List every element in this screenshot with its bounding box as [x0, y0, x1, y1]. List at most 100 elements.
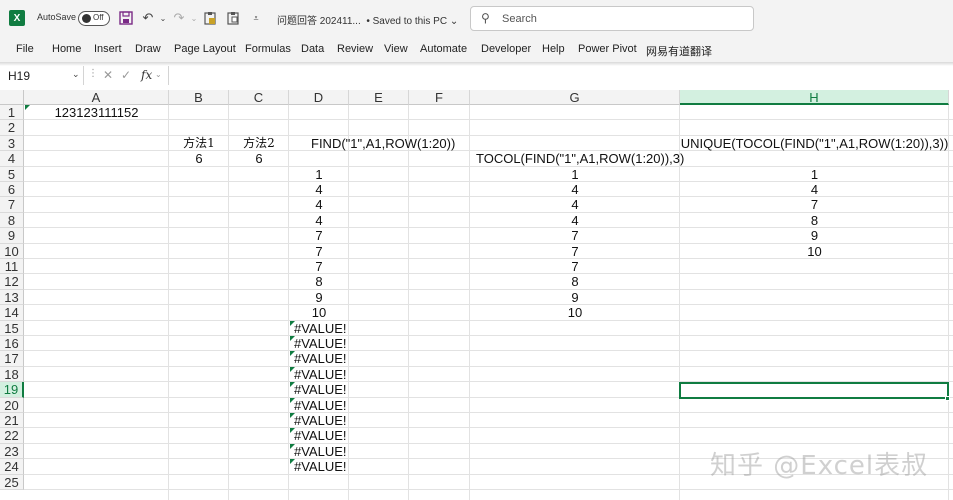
redo-icon[interactable]: ↷ [171, 10, 187, 26]
cell-d6[interactable]: 4 [289, 182, 349, 197]
row-header-18[interactable]: 18 [0, 366, 24, 383]
row-header-3[interactable]: 3 [0, 135, 24, 152]
row-header-10[interactable]: 10 [0, 243, 24, 259]
tab-draw[interactable]: Draw [135, 43, 161, 55]
cell-b4[interactable]: 6 [169, 151, 229, 166]
function-dropdown-icon[interactable]: ⌄ [155, 70, 162, 79]
cell-g13[interactable]: 9 [470, 290, 680, 305]
column-header-g[interactable]: G [470, 90, 680, 105]
enter-icon[interactable]: ✓ [121, 68, 131, 82]
cell-g8[interactable]: 4 [470, 213, 680, 228]
redo-dropdown-icon[interactable]: ⌄ [186, 10, 202, 26]
cell-h9[interactable]: 9 [680, 228, 949, 243]
row-header-21[interactable]: 21 [0, 413, 24, 429]
row-header-17[interactable]: 17 [0, 351, 24, 367]
cell-d19[interactable]: #VALUE! [289, 382, 349, 397]
row-header-2[interactable]: 2 [0, 120, 24, 136]
undo-dropdown-icon[interactable]: ⌄ [155, 10, 171, 26]
cell-b3[interactable]: 方法1 [169, 136, 229, 151]
cell-d16[interactable]: #VALUE! [289, 336, 349, 351]
tab-developer[interactable]: Developer [481, 43, 531, 55]
column-header-f[interactable]: F [409, 90, 470, 105]
cell-g14[interactable]: 10 [470, 305, 680, 320]
tab-view[interactable]: View [384, 43, 408, 55]
row-header-20[interactable]: 20 [0, 397, 24, 413]
row-header-7[interactable]: 7 [0, 197, 24, 213]
column-header-h[interactable]: H [680, 90, 949, 105]
tab-power-pivot[interactable]: Power Pivot [578, 43, 637, 55]
formula-input[interactable] [168, 66, 953, 85]
tab-file[interactable]: File [16, 43, 34, 55]
cell-h6[interactable]: 4 [680, 182, 949, 197]
customize-toolbar-icon[interactable]: ⩡ [248, 10, 264, 26]
select-all-button[interactable] [0, 90, 24, 105]
row-header-22[interactable]: 22 [0, 428, 24, 444]
cell-d24[interactable]: #VALUE! [289, 459, 349, 474]
cell-d7[interactable]: 4 [289, 197, 349, 212]
cell-g7[interactable]: 4 [470, 197, 680, 212]
row-header-24[interactable]: 24 [0, 459, 24, 475]
name-box[interactable]: H19 ⌄ [4, 66, 84, 85]
cell-g11[interactable]: 7 [470, 259, 680, 274]
active-cell-h19[interactable] [679, 382, 949, 399]
worksheet-grid[interactable]: A B C D E F G H 1 2 3 4 5 6 7 8 9 10 11 12 13 14 15 16 1… [0, 90, 953, 500]
column-header-c[interactable]: C [229, 90, 289, 105]
cell-c3[interactable]: 方法2 [229, 136, 289, 151]
column-header-a[interactable]: A [24, 90, 169, 105]
cell-h10[interactable]: 10 [680, 244, 949, 259]
tab-help[interactable]: Help [542, 43, 565, 55]
row-header-6[interactable]: 6 [0, 182, 24, 198]
cell-g12[interactable]: 8 [470, 274, 680, 289]
cell-d8[interactable]: 4 [289, 213, 349, 228]
more-options-icon[interactable]: ⋮ [88, 68, 98, 79]
cell-d23[interactable]: #VALUE! [289, 444, 349, 459]
row-header-8[interactable]: 8 [0, 212, 24, 229]
cell-h8[interactable]: 8 [680, 213, 949, 228]
cell-d10[interactable]: 7 [289, 244, 349, 259]
autosave-toggle[interactable]: Off [78, 11, 110, 26]
column-header-d[interactable]: D [289, 90, 349, 105]
row-header-23[interactable]: 23 [0, 443, 24, 460]
cell-d9[interactable]: 7 [289, 228, 349, 243]
tab-insert[interactable]: Insert [94, 43, 122, 55]
undo-icon[interactable]: ↶ [140, 10, 156, 26]
row-header-14[interactable]: 14 [0, 305, 24, 321]
row-header-25[interactable]: 25 [0, 474, 24, 490]
tab-youdao-translate[interactable]: 网易有道翻译 [646, 43, 712, 59]
cell-c4[interactable]: 6 [229, 151, 289, 166]
cell-d20[interactable]: #VALUE! [289, 398, 349, 413]
cell-a1[interactable]: 123123111152 [24, 105, 169, 120]
cell-g5[interactable]: 1 [470, 167, 680, 182]
insert-function-icon[interactable]: fx [141, 68, 152, 82]
row-header-11[interactable]: 11 [0, 259, 24, 275]
column-header-b[interactable]: B [169, 90, 229, 105]
tab-home[interactable]: Home [52, 43, 81, 55]
row-header-16[interactable]: 16 [0, 336, 24, 352]
cell-g6[interactable]: 4 [470, 182, 680, 197]
row-header-4[interactable]: 4 [0, 151, 24, 167]
row-header-13[interactable]: 13 [0, 289, 24, 306]
cell-d12[interactable]: 8 [289, 274, 349, 289]
clipboard-icon[interactable] [225, 10, 241, 26]
search-box[interactable]: ⚲ Search [470, 6, 754, 31]
cell-d18[interactable]: #VALUE! [289, 367, 349, 382]
cell-d17[interactable]: #VALUE! [289, 351, 349, 366]
tab-data[interactable]: Data [301, 43, 324, 55]
document-title[interactable]: 问题回答 202411... • Saved to this PC ⌄ [277, 12, 458, 27]
column-header-e[interactable]: E [349, 90, 409, 105]
row-header-1[interactable]: 1 [0, 105, 24, 121]
paste-special-icon[interactable] [202, 10, 218, 26]
cell-g4[interactable]: TOCOL(FIND("1",A1,ROW(1:20)),3) [470, 151, 684, 166]
row-header-5[interactable]: 5 [0, 166, 24, 182]
cell-d21[interactable]: #VALUE! [289, 413, 349, 428]
cell-g10[interactable]: 7 [470, 244, 680, 259]
cell-d22[interactable]: #VALUE! [289, 428, 349, 443]
tab-automate[interactable]: Automate [420, 43, 467, 55]
cell-h5[interactable]: 1 [680, 167, 949, 182]
row-header-15[interactable]: 15 [0, 320, 24, 336]
cell-d13[interactable]: 9 [289, 290, 349, 305]
tab-page-layout[interactable]: Page Layout [174, 43, 236, 55]
row-header-19[interactable]: 19 [0, 382, 24, 398]
row-header-12[interactable]: 12 [0, 274, 24, 290]
tab-review[interactable]: Review [337, 43, 373, 55]
